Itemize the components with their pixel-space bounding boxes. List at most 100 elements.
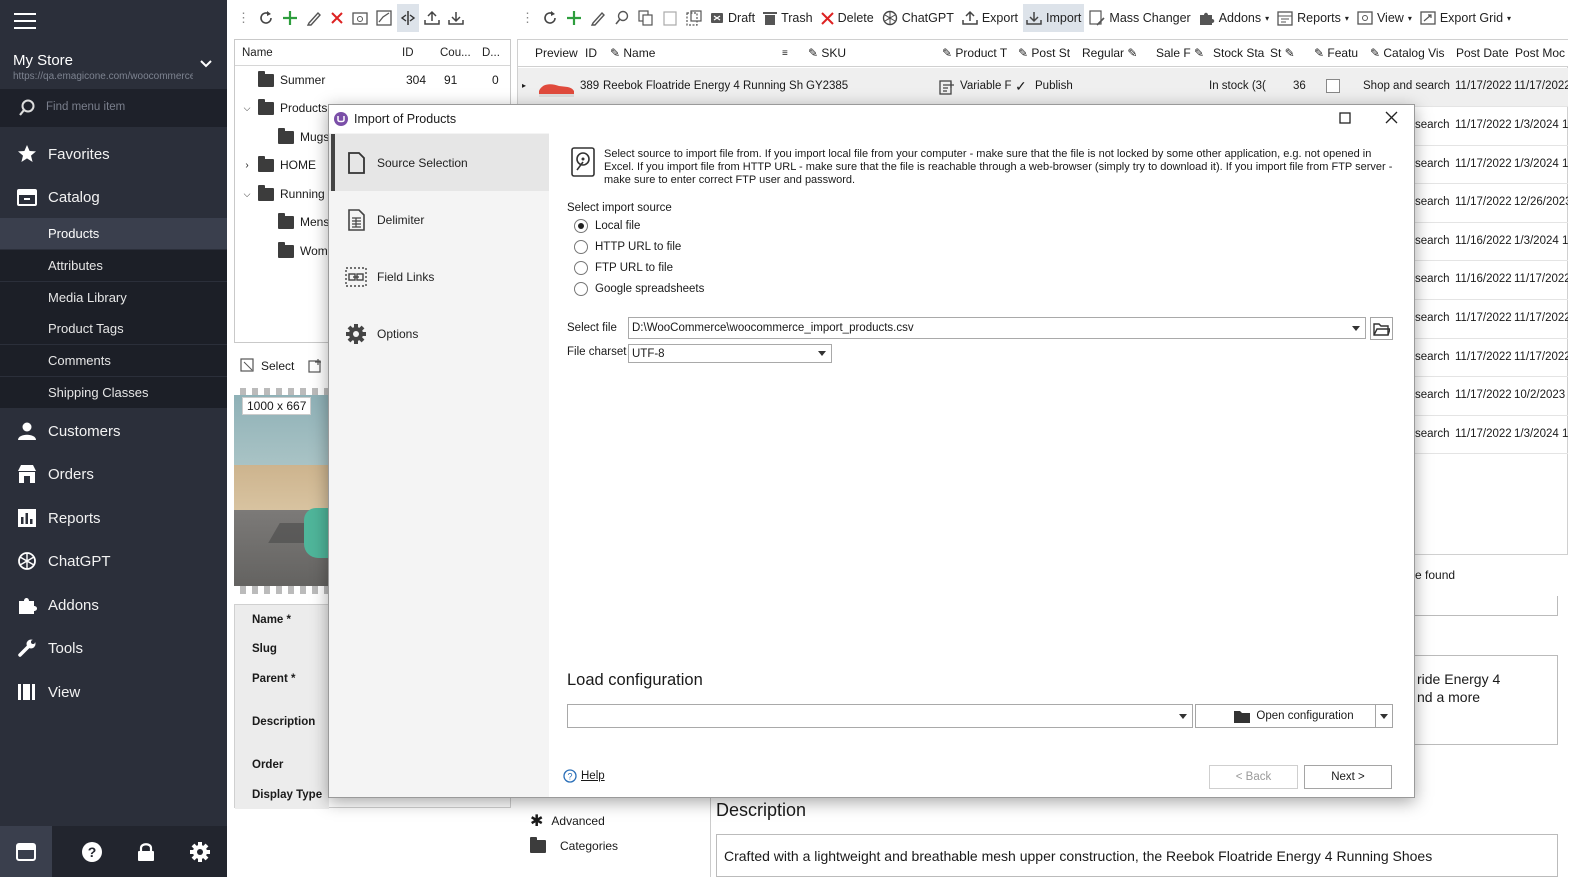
col-preview[interactable]: Preview xyxy=(535,46,578,60)
chatgpt-button[interactable]: ChatGPT xyxy=(879,4,957,32)
download-icon[interactable] xyxy=(445,4,467,32)
nav-chatgpt[interactable]: ChatGPT xyxy=(0,541,227,581)
image-icon[interactable] xyxy=(373,4,395,32)
chevron-down-icon[interactable]: ⌵ xyxy=(236,103,258,114)
chevron-down-icon[interactable] xyxy=(1375,705,1392,727)
nav-addons[interactable]: Addons xyxy=(0,585,227,625)
radio-http-url[interactable]: HTTP URL to file xyxy=(574,236,681,257)
col-catalog-vis[interactable]: ✎ Catalog Vis xyxy=(1370,46,1445,60)
help-icon[interactable]: ? xyxy=(66,826,118,877)
store-name[interactable]: My Store xyxy=(13,52,73,69)
col-count[interactable]: Cou... xyxy=(440,47,482,59)
radio-circle[interactable] xyxy=(574,260,588,275)
select-icon[interactable] xyxy=(683,4,705,32)
step-source-selection[interactable]: Source Selection xyxy=(329,134,549,191)
toolbar-grip[interactable]: ⋮ xyxy=(237,10,250,26)
nav-catalog[interactable]: Catalog xyxy=(0,177,227,217)
back-button[interactable]: < Back xyxy=(1209,765,1298,789)
import-button[interactable]: Import xyxy=(1022,4,1085,32)
menu-search[interactable]: Find menu item xyxy=(0,89,227,127)
help-link[interactable]: ? Help xyxy=(563,769,605,783)
split-icon[interactable] xyxy=(397,4,419,32)
upload-image-icon[interactable] xyxy=(308,358,323,373)
browse-file-button[interactable] xyxy=(1370,317,1393,340)
radio-ftp-url[interactable]: FTP URL to file xyxy=(574,257,673,278)
col-product-type[interactable]: ✎ Product T xyxy=(942,46,1007,60)
chevron-down-icon[interactable]: ⌵ xyxy=(236,189,258,200)
chevron-down-icon[interactable] xyxy=(1349,318,1363,338)
col-post-mod[interactable]: Post Moc xyxy=(1515,46,1565,60)
edit-icon[interactable] xyxy=(587,4,609,32)
next-button[interactable]: Next > xyxy=(1304,765,1392,789)
step-field-links[interactable]: Field Links xyxy=(329,248,549,305)
col-post-date[interactable]: Post Date xyxy=(1456,46,1509,60)
select-image-button[interactable]: Select xyxy=(261,359,294,373)
view-button[interactable]: View ▾ xyxy=(1354,4,1415,32)
categories-section[interactable]: Categories xyxy=(530,836,618,853)
search-icon[interactable] xyxy=(611,4,633,32)
charset-select[interactable]: UTF-8 xyxy=(628,344,832,363)
advanced-section[interactable]: ✱ Advanced xyxy=(530,811,605,831)
nav-tools[interactable]: Tools xyxy=(0,628,227,668)
edit-icon[interactable] xyxy=(303,4,325,32)
close-icon[interactable] xyxy=(1385,111,1398,124)
copy-icon[interactable] xyxy=(635,4,657,32)
export-grid-button[interactable]: Export Grid ▾ xyxy=(1417,4,1514,32)
tree-row[interactable]: Summer 304 91 0 xyxy=(236,66,511,95)
nav-customers[interactable]: Customers xyxy=(0,411,227,451)
maximize-icon[interactable] xyxy=(1339,112,1351,124)
table-row[interactable]: ▸ 389 Reebok Floatride Energy 4 Running … xyxy=(518,68,1568,107)
col-featured[interactable]: ✎ Featu xyxy=(1314,46,1358,60)
step-delimiter[interactable]: Delimiter xyxy=(329,191,549,248)
dialog-titlebar[interactable]: Import of Products xyxy=(329,105,1414,133)
trash-button[interactable]: Trash xyxy=(760,4,816,32)
col-name[interactable]: ✎ Name xyxy=(610,46,655,60)
sub-comments[interactable]: Comments xyxy=(0,345,227,376)
chevron-right-icon[interactable]: › xyxy=(236,160,258,171)
search-field[interactable] xyxy=(1415,596,1558,616)
radio-google-spreadsheets[interactable]: Google spreadsheets xyxy=(574,278,704,299)
step-options[interactable]: Options xyxy=(329,305,549,362)
sub-product-tags[interactable]: Product Tags xyxy=(0,313,227,344)
refresh-icon[interactable] xyxy=(255,4,277,32)
col-sale[interactable]: Sale F ✎ xyxy=(1156,46,1204,60)
refresh-icon[interactable] xyxy=(539,4,561,32)
menu-icon[interactable] xyxy=(14,12,36,32)
radio-circle[interactable] xyxy=(574,281,588,296)
upload-icon[interactable] xyxy=(421,4,443,32)
col-regular[interactable]: Regular ✎ xyxy=(1082,46,1137,60)
chevron-down-icon[interactable] xyxy=(199,59,213,69)
export-button[interactable]: Export xyxy=(959,4,1021,32)
delete-button[interactable]: Delete xyxy=(818,4,877,32)
col-stock-status[interactable]: Stock Sta xyxy=(1213,46,1264,60)
add-icon[interactable] xyxy=(563,4,585,32)
preview-icon[interactable] xyxy=(349,4,371,32)
draft-button[interactable]: Draft xyxy=(707,4,758,32)
reports-button[interactable]: Reports ▾ xyxy=(1274,4,1352,32)
delete-icon[interactable] xyxy=(327,4,347,32)
open-configuration-button[interactable]: Open configuration xyxy=(1195,704,1393,728)
lock-icon[interactable] xyxy=(120,826,172,877)
gear-icon[interactable] xyxy=(174,826,226,877)
nav-favorites[interactable]: Favorites xyxy=(0,134,227,174)
sub-attributes[interactable]: Attributes xyxy=(0,250,227,281)
nav-view[interactable]: View xyxy=(0,672,227,712)
filter-icon[interactable]: ≡ xyxy=(782,48,788,59)
col-post-status[interactable]: ✎ Post St xyxy=(1018,46,1070,60)
radio-local-file[interactable]: Local file xyxy=(574,215,640,236)
sub-shipping-classes[interactable]: Shipping Classes xyxy=(0,377,227,408)
store-icon[interactable] xyxy=(0,826,52,877)
sub-media-library[interactable]: Media Library xyxy=(0,282,227,313)
col-id[interactable]: ID xyxy=(402,47,440,59)
paste-icon[interactable] xyxy=(659,4,681,32)
featured-checkbox[interactable] xyxy=(1326,79,1340,93)
col-stock[interactable]: St ✎ xyxy=(1270,46,1295,60)
chevron-down-icon[interactable] xyxy=(1176,705,1190,727)
col-name[interactable]: Name xyxy=(242,47,402,59)
load-config-select[interactable] xyxy=(567,704,1193,728)
mass-changer-button[interactable]: Mass Changer xyxy=(1086,4,1193,32)
nav-orders[interactable]: Orders xyxy=(0,454,227,494)
radio-circle[interactable] xyxy=(574,239,588,254)
col-sku[interactable]: ✎ SKU xyxy=(808,46,846,60)
chevron-down-icon[interactable] xyxy=(815,345,829,362)
